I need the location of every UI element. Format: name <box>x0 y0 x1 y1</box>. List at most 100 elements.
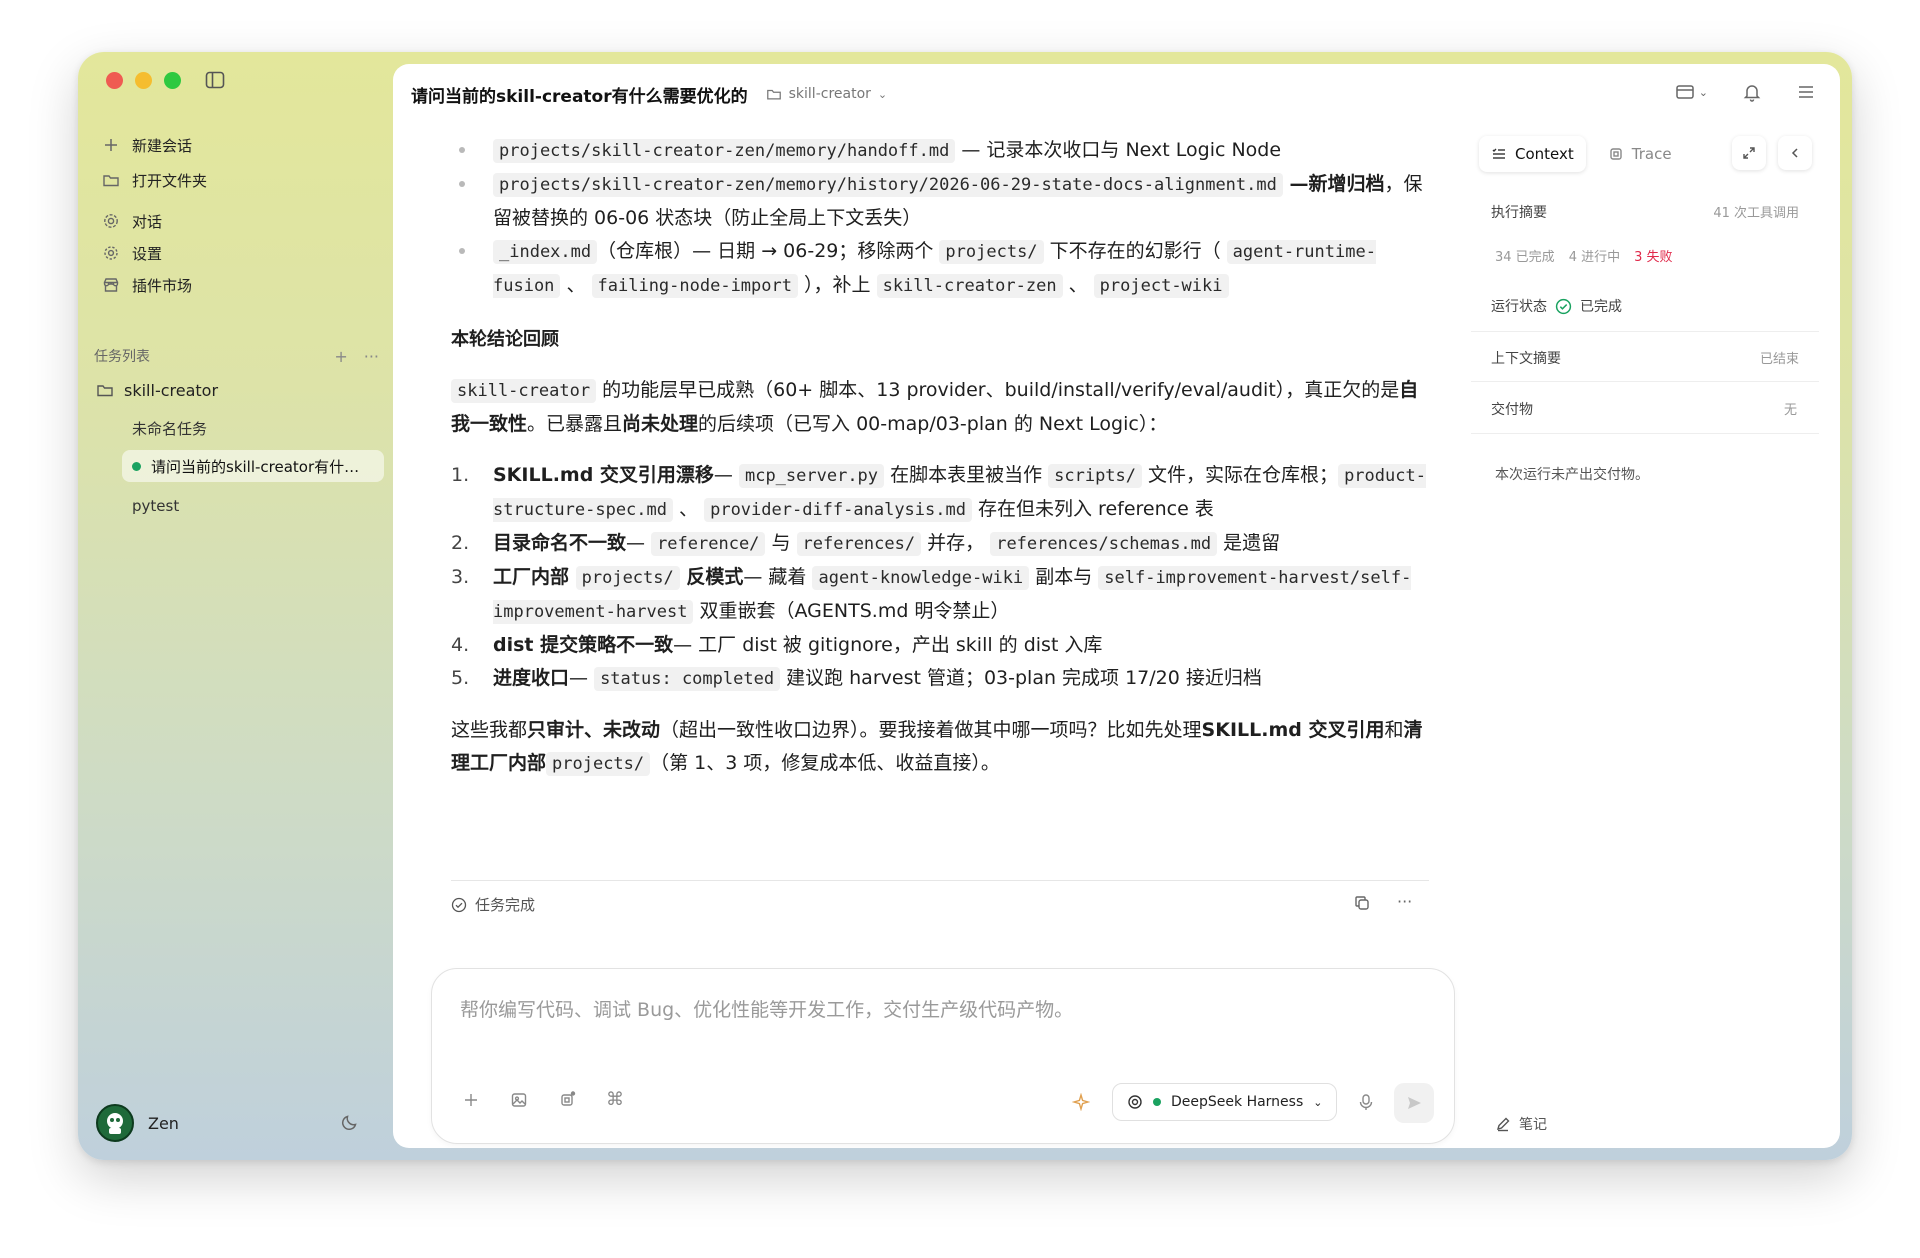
context-summary-title: 上下文摘要 <box>1491 351 1561 367</box>
text: ），补上 <box>797 274 877 296</box>
code-inline: projects/ <box>546 752 651 776</box>
new-chat-button[interactable]: 新建会话 <box>102 130 192 160</box>
chevron-down-icon: ⌄ <box>1313 1095 1323 1109</box>
section-heading: 本轮结论回顾 <box>451 329 559 350</box>
notes-label: 笔记 <box>1519 1117 1547 1133</box>
list-item: projects/skill-creator-zen/memory/handof… <box>451 134 1431 168</box>
text: 、 <box>560 274 592 296</box>
text: — <box>569 667 595 689</box>
tab-context[interactable]: Context <box>1479 136 1586 172</box>
code-inline: agent-knowledge-wiki <box>812 566 1030 590</box>
chevron-left-icon <box>1788 146 1802 160</box>
chevron-down-icon: ⌄ <box>877 87 888 101</box>
minimize-window-button[interactable] <box>135 72 152 89</box>
deliverables-card[interactable]: 交付物 无 <box>1471 382 1819 434</box>
task-item[interactable]: pytest <box>122 490 384 522</box>
text: 和 <box>1384 719 1404 741</box>
context-tabs: Context Trace <box>1479 136 1684 172</box>
send-icon <box>1406 1095 1422 1111</box>
model-icon <box>1127 1094 1143 1110</box>
context-summary-card[interactable]: 上下文摘要 已结束 <box>1471 332 1819 382</box>
tool-call-count: 41 次工具调用 <box>1713 206 1799 221</box>
open-folder-button[interactable]: 打开文件夹 <box>102 165 207 195</box>
check-circle-icon <box>451 897 467 913</box>
collapse-panel-button[interactable] <box>1778 136 1812 170</box>
code-inline: projects/skill-creator-zen/memory/handof… <box>493 139 956 163</box>
chip-icon <box>1608 146 1624 162</box>
text: 文件，实际在仓库根； <box>1142 464 1339 486</box>
task-folder-label: skill-creator <box>124 380 219 400</box>
list-item: 3. 工厂内部 projects/ 反模式— 藏着 agent-knowledge… <box>451 561 1431 629</box>
add-task-icon[interactable]: + <box>334 347 347 366</box>
sidebar-item-label: 设置 <box>132 244 163 263</box>
task-item-active[interactable]: 请问当前的skill-creator有什么需要优化的 <box>122 450 384 482</box>
list-icon <box>1491 146 1507 162</box>
top-bar: 请问当前的skill-creator有什么需要优化的 skill-creator… <box>393 64 1840 124</box>
image-icon[interactable] <box>510 1091 528 1109</box>
menu-icon[interactable] <box>1796 83 1816 101</box>
code-inline: references/ <box>796 532 922 556</box>
maximize-window-button[interactable] <box>164 72 181 89</box>
task-item-label: 请问当前的skill-creator有什么需要优化的 <box>151 457 371 476</box>
text: （超出一致性收口边界）。要我接着做其中哪一项吗？比如先处理 <box>660 719 1202 741</box>
text: 这些我都 <box>451 719 528 741</box>
app-window: 新建会话 打开文件夹 对话 设置 插件市场 任务列表 + ··· skill-c… <box>78 52 1852 1160</box>
sidebar-item-settings[interactable]: 设置 <box>102 238 162 268</box>
tab-label: Context <box>1515 145 1574 163</box>
followup-list: 1. SKILL.md 交叉引用漂移— mcp_server.py 在脚本表里被当… <box>451 459 1431 696</box>
bell-icon[interactable] <box>1742 82 1762 102</box>
top-actions: ⌄ <box>1675 82 1816 102</box>
send-button[interactable] <box>1394 1083 1434 1123</box>
tab-label: Trace <box>1631 145 1672 163</box>
code-inline: _index.md <box>493 240 598 264</box>
text-bold: 进度收口 <box>493 667 570 689</box>
code-inline: references/schemas.md <box>990 532 1218 556</box>
list-number: 4. <box>451 634 470 656</box>
deliverables-title: 交付物 <box>1491 402 1533 418</box>
context-panel: Context Trace 执行摘要 41 次工具调用 34 已完成 4 进行中… <box>1457 124 1840 1148</box>
user-profile[interactable]: Zen <box>96 1104 179 1142</box>
exec-summary-card: 执行摘要 41 次工具调用 34 已完成 4 进行中 3 失败 运行状态 已完成 <box>1471 184 1819 332</box>
code-inline: mcp_server.py <box>738 464 885 488</box>
text: 在脚本表里被当作 <box>884 464 1049 486</box>
list-item: 5. 进度收口— status: completed 建议跑 harvest 管道… <box>451 662 1431 696</box>
text: — 记录本次收口与 Next Logic Node <box>955 139 1282 161</box>
run-state-value: 已完成 <box>1580 299 1622 315</box>
composer-tools: ⌘ <box>462 1091 624 1109</box>
sparkle-icon[interactable] <box>1072 1093 1090 1111</box>
layout-icon[interactable]: ⌄ <box>1675 83 1708 101</box>
expand-button[interactable] <box>1732 136 1766 170</box>
add-attachment-icon[interactable] <box>462 1091 480 1109</box>
text-bold: 只审计、未改动 <box>527 719 661 741</box>
chip-icon[interactable] <box>558 1091 576 1109</box>
running-count: 4 进行中 <box>1568 250 1621 265</box>
text: 建议跑 harvest 管道；03-plan 完成项 17/20 接近归档 <box>780 667 1262 689</box>
folder-breadcrumb[interactable]: skill-creator ⌄ <box>766 86 888 102</box>
microphone-icon[interactable] <box>1358 1093 1374 1111</box>
run-state-label: 运行状态 <box>1491 299 1547 315</box>
sidebar-item-chat[interactable]: 对话 <box>102 206 162 236</box>
dark-mode-toggle-icon[interactable] <box>340 1112 360 1132</box>
user-name: Zen <box>148 1113 179 1133</box>
task-item[interactable]: 未命名任务 <box>122 412 384 444</box>
copy-icon[interactable] <box>1353 894 1371 912</box>
notes-button[interactable]: 笔记 <box>1495 1114 1547 1134</box>
model-status-dot <box>1153 1098 1161 1106</box>
text: （第 1、3 项，修复成本低、收益直接）。 <box>650 752 1000 774</box>
task-folder[interactable]: skill-creator <box>96 376 218 404</box>
close-window-button[interactable] <box>106 72 123 89</box>
changes-list: projects/skill-creator-zen/memory/handof… <box>451 134 1431 303</box>
more-icon[interactable]: ··· <box>364 347 379 366</box>
gear-icon <box>102 212 120 230</box>
model-selector[interactable]: DeepSeek Harness ⌄ <box>1112 1083 1338 1121</box>
text: 下不存在的幻影行（ <box>1043 240 1227 262</box>
composer-input[interactable]: 帮你编写代码、调试 Bug、优化性能等开发工作，交付生产级代码产物。 <box>460 995 1073 1022</box>
assistant-message: projects/skill-creator-zen/memory/handof… <box>451 134 1431 781</box>
message-composer[interactable]: 帮你编写代码、调试 Bug、优化性能等开发工作，交付生产级代码产物。 ⌘ Dee… <box>431 968 1455 1144</box>
sidebar-item-plugin-market[interactable]: 插件市场 <box>102 270 192 300</box>
sidebar-toggle-icon[interactable] <box>205 71 225 89</box>
command-icon[interactable]: ⌘ <box>606 1091 624 1109</box>
more-options-icon[interactable]: ··· <box>1397 894 1412 912</box>
text-bold: dist 提交策略不一致 <box>493 634 674 656</box>
tab-trace[interactable]: Trace <box>1596 136 1684 172</box>
